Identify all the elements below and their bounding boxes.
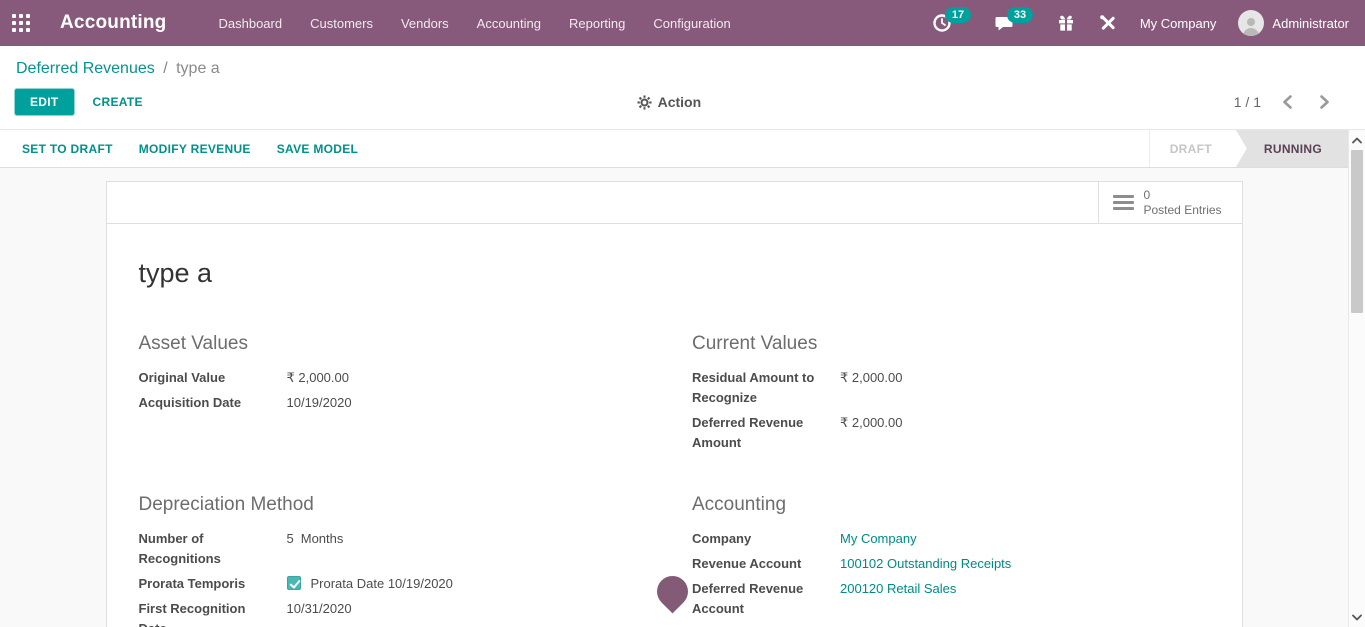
posted-entries-label: Posted Entries: [1144, 203, 1222, 218]
field-revenue-account: Revenue Account 100102 Outstanding Recei…: [692, 554, 1210, 574]
nav-menu-accounting[interactable]: Accounting: [477, 16, 541, 31]
scroll-up-arrow[interactable]: [1349, 132, 1365, 148]
company-link[interactable]: My Company: [840, 529, 1210, 549]
form-view: 0 Posted Entries type a Asset Values Ori…: [0, 168, 1348, 627]
group-title: Accounting: [692, 494, 1210, 516]
field-prorata-temporis: Prorata Temporis Prorata Date 10/19/2020: [139, 574, 657, 594]
nav-menu-configuration[interactable]: Configuration: [653, 16, 730, 31]
form-sheet: type a Asset Values Original Value ₹ 2,0…: [107, 224, 1242, 627]
messages-button[interactable]: 33: [994, 13, 1034, 33]
pager-count: 1 / 1: [1234, 94, 1261, 110]
messages-count-badge: 33: [1007, 7, 1033, 23]
nav-menu-reporting[interactable]: Reporting: [569, 16, 625, 31]
group-accounting: Accounting Company My Company Revenue Ac…: [692, 494, 1210, 627]
breadcrumb-current: type a: [176, 60, 220, 77]
app-brand[interactable]: Accounting: [60, 12, 167, 34]
field-company: Company My Company: [692, 529, 1210, 549]
user-icon: [1240, 14, 1262, 36]
edit-button[interactable]: EDIT: [14, 88, 75, 116]
user-name: Administrator: [1272, 16, 1349, 31]
apps-menu-icon[interactable]: [12, 14, 30, 32]
vertical-scrollbar[interactable]: [1348, 130, 1365, 627]
record-title: type a: [139, 258, 1210, 289]
deferred-revenue-account-link[interactable]: 200120 Retail Sales: [840, 579, 1210, 619]
main-menu: Dashboard Customers Vendors Accounting R…: [219, 16, 731, 31]
nav-menu-customers[interactable]: Customers: [310, 16, 373, 31]
posted-entries-button[interactable]: 0 Posted Entries: [1098, 182, 1242, 223]
avatar: [1238, 10, 1264, 36]
save-model-button[interactable]: SAVE MODEL: [277, 142, 358, 156]
user-menu[interactable]: Administrator: [1238, 10, 1349, 36]
action-menu-label: Action: [658, 94, 702, 110]
activities-button[interactable]: 17: [932, 13, 972, 33]
field-residual-amount: Residual Amount to Recognize ₹ 2,000.00: [692, 368, 1210, 408]
activity-count-badge: 17: [945, 7, 971, 23]
group-title: Current Values: [692, 333, 1210, 355]
status-draft[interactable]: DRAFT: [1150, 130, 1236, 167]
nav-menu-dashboard[interactable]: Dashboard: [219, 16, 283, 31]
status-widget: DRAFT RUNNING: [1149, 130, 1348, 167]
gear-icon: [637, 95, 652, 110]
status-running[interactable]: RUNNING: [1236, 130, 1348, 167]
field-deferred-revenue-amount: Deferred Revenue Amount ₹ 2,000.00: [692, 413, 1210, 453]
group-asset-values: Asset Values Original Value ₹ 2,000.00 A…: [139, 333, 657, 458]
control-panel: Deferred Revenues / type a EDIT CREATE A…: [0, 46, 1365, 130]
company-switcher[interactable]: My Company: [1140, 16, 1217, 31]
modify-revenue-button[interactable]: MODIFY REVENUE: [139, 142, 251, 156]
posted-entries-icon: [1113, 195, 1134, 210]
group-depreciation-method: Depreciation Method Number of Recognitio…: [139, 494, 657, 627]
gift-icon[interactable]: [1056, 13, 1076, 33]
breadcrumb: Deferred Revenues / type a: [16, 60, 1349, 78]
top-navbar: Accounting Dashboard Customers Vendors A…: [0, 0, 1365, 46]
field-deferred-revenue-account: Deferred Revenue Account 200120 Retail S…: [692, 579, 1210, 619]
breadcrumb-separator: /: [163, 60, 167, 77]
tools-icon[interactable]: [1098, 13, 1118, 33]
prorata-checkbox: [287, 576, 301, 590]
pager-previous-button[interactable]: [1281, 95, 1294, 109]
field-acquisition-date: Acquisition Date 10/19/2020: [139, 393, 657, 413]
breadcrumb-parent[interactable]: Deferred Revenues: [16, 60, 155, 77]
field-original-value: Original Value ₹ 2,000.00: [139, 368, 657, 388]
statusbar: SET TO DRAFT MODIFY REVENUE SAVE MODEL D…: [0, 130, 1348, 168]
set-to-draft-button[interactable]: SET TO DRAFT: [22, 142, 113, 156]
scrollbar-thumb[interactable]: [1351, 150, 1363, 313]
create-button[interactable]: CREATE: [93, 95, 143, 109]
form-card: 0 Posted Entries type a Asset Values Ori…: [106, 181, 1243, 627]
group-current-values: Current Values Residual Amount to Recogn…: [692, 333, 1210, 458]
nav-menu-vendors[interactable]: Vendors: [401, 16, 449, 31]
group-title: Asset Values: [139, 333, 657, 355]
field-first-recognition-date: First Recognition Date 10/31/2020: [139, 599, 657, 627]
posted-entries-count: 0: [1144, 188, 1222, 203]
scroll-down-arrow[interactable]: [1349, 609, 1365, 625]
group-title: Depreciation Method: [139, 494, 657, 516]
button-box: 0 Posted Entries: [107, 182, 1242, 224]
revenue-account-link[interactable]: 100102 Outstanding Receipts: [840, 554, 1210, 574]
pager-next-button[interactable]: [1318, 95, 1331, 109]
action-menu-button[interactable]: Action: [234, 94, 1234, 110]
field-number-of-recognitions: Number of Recognitions 5Months: [139, 529, 657, 569]
